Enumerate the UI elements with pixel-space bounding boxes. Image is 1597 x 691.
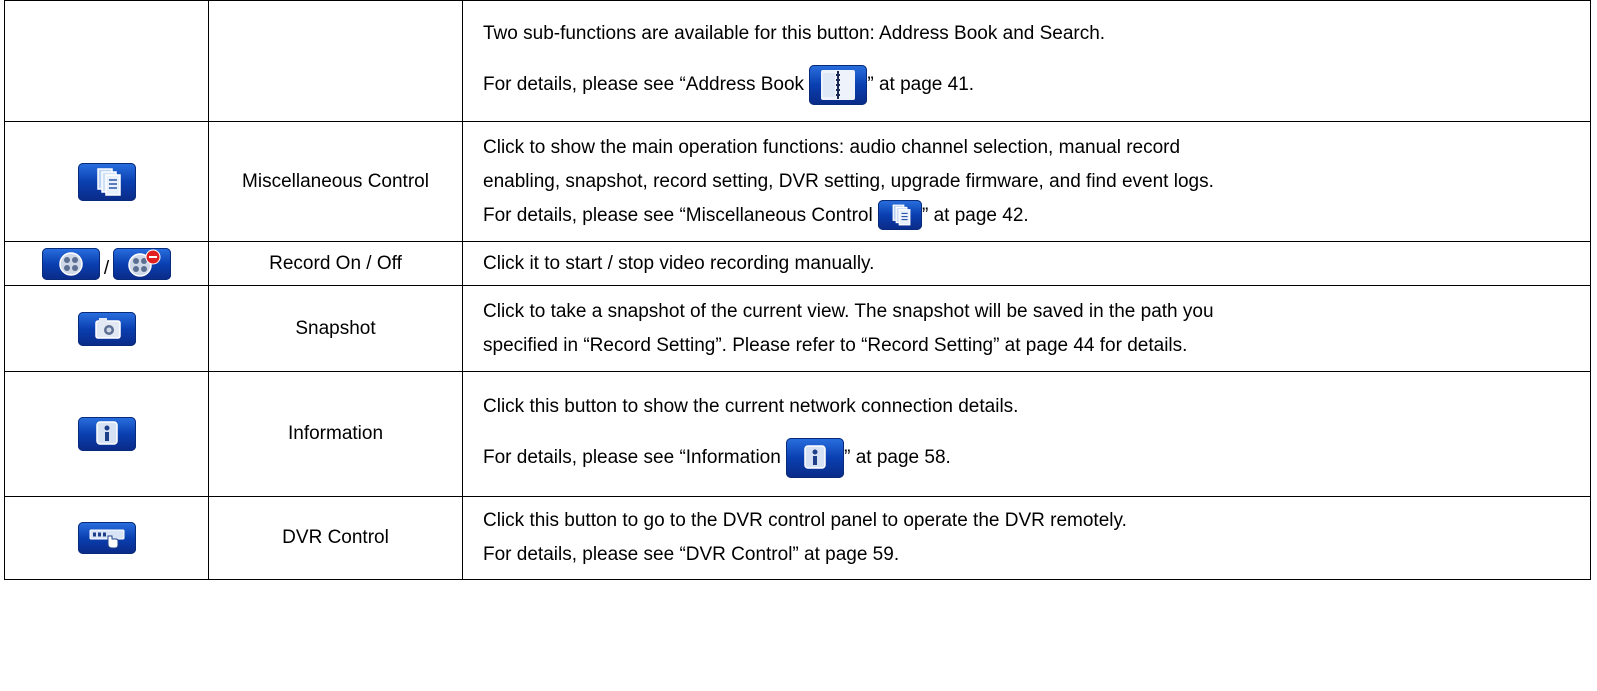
function-name-cell: Information: [208, 371, 463, 497]
icon-cell: [4, 0, 209, 122]
dvr-control-icon: [77, 522, 136, 554]
address-book-icon: [809, 65, 868, 105]
icon-cell: /: [4, 241, 209, 286]
details-reference: For details, please see “Address Book ” …: [483, 65, 1584, 105]
function-name: Information: [287, 423, 384, 444]
description-text: enabling, snapshot, record setting, DVR …: [483, 170, 1214, 192]
function-name-cell: DVR Control: [208, 496, 463, 580]
description-text: For details, please see “DVR Control” at…: [483, 544, 900, 565]
icon-cell: [4, 371, 209, 497]
description-cell: Click to take a snapshot of the current …: [462, 285, 1591, 372]
function-name: DVR Control: [282, 527, 389, 548]
description-text: Click this button to go to the DVR contr…: [483, 510, 1127, 531]
description-text: Click to take a snapshot of the current …: [483, 300, 1214, 322]
description-cell: Click this button to go to the DVR contr…: [462, 496, 1591, 580]
table-row: DVR Control Click this button to go to t…: [4, 496, 1591, 580]
function-name-cell: [208, 0, 463, 122]
description-cell: Two sub-functions are available for this…: [462, 0, 1591, 122]
table-row: Two sub-functions are available for this…: [4, 0, 1591, 122]
description-text: specified in “Record Setting”. Please re…: [483, 334, 1188, 356]
miscellaneous-control-icon: [877, 200, 922, 231]
description-cell: Click to show the main operation functio…: [462, 121, 1591, 242]
description-text: Click it to start / stop video recording…: [483, 252, 875, 274]
information-icon: [77, 417, 136, 451]
details-reference: For details, please see “Miscellaneous C…: [483, 199, 1584, 233]
icon-separator: /: [103, 257, 110, 279]
description-text: Click to show the main operation functio…: [483, 136, 1181, 158]
description-cell: Click this button to show the current ne…: [462, 371, 1591, 497]
function-name-cell: Snapshot: [208, 285, 463, 372]
record-off-icon: [113, 247, 172, 280]
description-text: Click this button to show the current ne…: [483, 396, 1019, 417]
miscellaneous-control-icon: [77, 162, 136, 201]
details-reference: For details, please see “Information ” a…: [483, 438, 1584, 478]
table-row: Miscellaneous Control Click to show the …: [4, 121, 1591, 242]
function-table: Two sub-functions are available for this…: [4, 0, 1591, 580]
description-cell: Click it to start / stop video recording…: [462, 241, 1591, 286]
icon-cell: [4, 285, 209, 372]
function-name: Record On / Off: [269, 252, 402, 274]
function-name: Miscellaneous Control: [242, 170, 429, 192]
record-on-icon: [41, 247, 100, 280]
function-name: Snapshot: [295, 317, 376, 339]
information-icon: [786, 438, 845, 478]
table-row: Snapshot Click to take a snapshot of the…: [4, 285, 1591, 372]
function-name-cell: Record On / Off: [208, 241, 463, 286]
table-row: Information Click this button to show th…: [4, 371, 1591, 497]
description-text: Two sub-functions are available for this…: [483, 23, 1106, 44]
function-name-cell: Miscellaneous Control: [208, 121, 463, 242]
snapshot-icon: [77, 311, 136, 346]
table-row: / Record On / Off Click it to start / st…: [4, 241, 1591, 286]
icon-cell: [4, 121, 209, 242]
icon-cell: [4, 496, 209, 580]
